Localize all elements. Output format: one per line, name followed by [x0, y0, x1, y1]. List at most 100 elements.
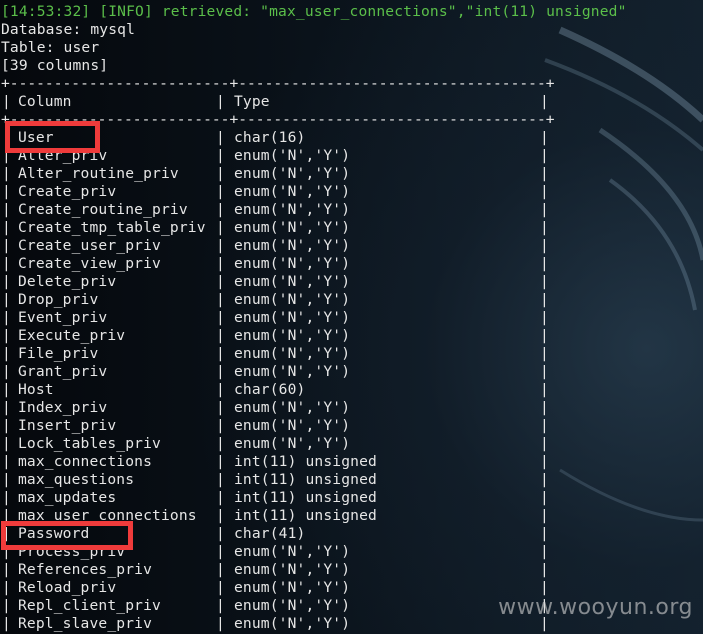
- cell-column-name: Alter_routine_priv: [18, 165, 179, 182]
- table-border-left: |: [2, 327, 11, 344]
- table-border-left: |: [2, 561, 11, 578]
- table-border-middle: |: [216, 561, 225, 578]
- cell-column-name: Host: [18, 381, 54, 398]
- table-border-left: |: [2, 579, 11, 596]
- table-border-middle: |: [216, 129, 225, 146]
- table-border-right: |: [540, 93, 549, 110]
- table-border-right: |: [540, 417, 549, 434]
- cell-column-type: enum('N','Y'): [234, 435, 351, 452]
- table-border-right: |: [540, 489, 549, 506]
- table-border-left: |: [2, 597, 11, 614]
- table-border-left: |: [2, 417, 11, 434]
- cell-column-type: int(11) unsigned: [234, 471, 377, 488]
- cell-column-type: enum('N','Y'): [234, 597, 351, 614]
- highlight-password-box: [1, 521, 133, 550]
- table-border-right: |: [540, 399, 549, 416]
- cell-column-type: enum('N','Y'): [234, 561, 351, 578]
- cell-column-type: int(11) unsigned: [234, 453, 377, 470]
- cell-column-name: Create_user_priv: [18, 237, 161, 254]
- table-border-left: |: [2, 237, 11, 254]
- table-border-middle: |: [216, 399, 225, 416]
- table-border-right: |: [540, 525, 549, 542]
- table-border-left: |: [2, 183, 11, 200]
- columns-count-line: [39 columns]: [1, 57, 109, 74]
- cell-column-type: int(11) unsigned: [234, 507, 377, 524]
- cell-column-type: enum('N','Y'): [234, 417, 351, 434]
- cell-column-type: enum('N','Y'): [234, 309, 351, 326]
- table-row: | Event_priv | enum('N','Y') |: [1, 309, 561, 327]
- table-row: | Create_routine_priv | enum('N','Y') |: [1, 201, 561, 219]
- table-border-left: |: [2, 381, 11, 398]
- cell-column-name: Lock_tables_priv: [18, 435, 161, 452]
- table-border-middle: |: [216, 255, 225, 272]
- table-border-middle: |: [216, 345, 225, 362]
- table-row: | Insert_priv | enum('N','Y') |: [1, 417, 561, 435]
- table-border-middle: |: [216, 579, 225, 596]
- table-row: | References_priv | enum('N','Y') |: [1, 561, 561, 579]
- cell-column-name: References_priv: [18, 561, 153, 578]
- table-border-middle: |: [216, 453, 225, 470]
- cell-column-type: enum('N','Y'): [234, 615, 351, 632]
- cell-column-name: Event_priv: [18, 309, 108, 326]
- cell-column-name: Drop_priv: [18, 291, 99, 308]
- cell-column-name: Reload_priv: [18, 579, 117, 596]
- table-border-middle: |: [216, 381, 225, 398]
- cell-column-name: Create_priv: [18, 183, 117, 200]
- table-border-middle: |: [216, 219, 225, 236]
- table-row: | Alter_routine_priv | enum('N','Y') |: [1, 165, 561, 183]
- table-row: | Drop_priv | enum('N','Y') |: [1, 291, 561, 309]
- table-border-left: |: [2, 345, 11, 362]
- cell-column-name: max_questions: [18, 471, 135, 488]
- table-border-right: |: [540, 381, 549, 398]
- cell-column-name: Create_view_priv: [18, 255, 161, 272]
- table-row: | max_updates | int(11) unsigned |: [1, 489, 561, 507]
- table-row: | max_questions | int(11) unsigned |: [1, 471, 561, 489]
- table-border-left: |: [2, 165, 11, 182]
- table-row: | File_priv | enum('N','Y') |: [1, 345, 561, 363]
- table-border-left: |: [2, 291, 11, 308]
- table-header-row: | Column | Type |: [1, 93, 561, 111]
- cell-column-type: enum('N','Y'): [234, 237, 351, 254]
- table-row: | Repl_slave_priv | enum('N','Y') |: [1, 615, 561, 633]
- table-border-right: |: [540, 273, 549, 290]
- table-border-right: |: [540, 453, 549, 470]
- table-row: | max_connections | int(11) unsigned |: [1, 453, 561, 471]
- terminal-window: [14:53:32] [INFO] retrieved: "max_user_c…: [0, 0, 703, 634]
- table-border-middle: |: [216, 489, 225, 506]
- cell-column-name: Index_priv: [18, 399, 108, 416]
- table-border-left: |: [2, 219, 11, 236]
- table-border-left: |: [2, 435, 11, 452]
- table-border-top: +-------------------------+-------------…: [1, 75, 555, 92]
- table-border-middle: |: [216, 273, 225, 290]
- cell-column-name: max_updates: [18, 489, 117, 506]
- table-row: | Lock_tables_priv | enum('N','Y') |: [1, 435, 561, 453]
- table-border-middle: |: [216, 507, 225, 524]
- table-border-right: |: [540, 327, 549, 344]
- table-border-middle: |: [216, 183, 225, 200]
- cell-column-type: enum('N','Y'): [234, 273, 351, 290]
- cell-column-type: enum('N','Y'): [234, 219, 351, 236]
- table-border-middle: |: [216, 543, 225, 560]
- table-border-right: |: [540, 183, 549, 200]
- table-border-left: |: [2, 273, 11, 290]
- table-border-middle: |: [216, 201, 225, 218]
- table-border-right: |: [540, 129, 549, 146]
- table-border-left: |: [2, 255, 11, 272]
- cell-column-type: enum('N','Y'): [234, 399, 351, 416]
- table-border-right: |: [540, 309, 549, 326]
- cell-column-name: Create_tmp_table_priv: [18, 219, 206, 236]
- table-border-middle: |: [216, 147, 225, 164]
- table-border-left: |: [2, 309, 11, 326]
- table-border-middle: |: [216, 309, 225, 326]
- cell-column-name: Repl_slave_priv: [18, 615, 153, 632]
- table-border-left: |: [2, 453, 11, 470]
- table-border-middle: |: [216, 93, 225, 110]
- table-border-right: |: [540, 507, 549, 524]
- table-border-right: |: [540, 363, 549, 380]
- cell-column-type: enum('N','Y'): [234, 147, 351, 164]
- table-border-left: |: [2, 201, 11, 218]
- table-border-right: |: [540, 471, 549, 488]
- table-border-right: |: [540, 345, 549, 362]
- table-border-right: |: [540, 147, 549, 164]
- database-line: Database: mysql: [1, 21, 136, 38]
